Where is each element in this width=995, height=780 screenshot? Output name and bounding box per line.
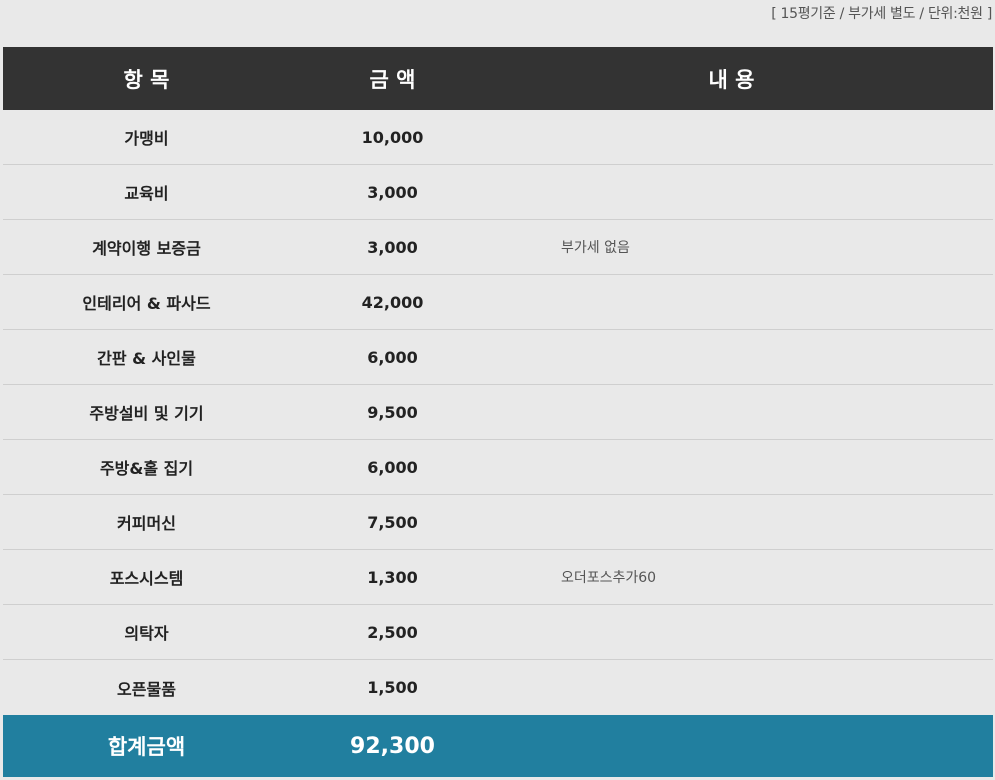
row-item: 교육비 [124, 184, 169, 203]
row-item: 주방&홀 집기 [99, 459, 194, 478]
total-amount: 92,300 [350, 733, 435, 759]
row-item: 의탁자 [124, 624, 169, 643]
row-amount: 10,000 [361, 127, 424, 147]
row-amount: 3,000 [367, 237, 418, 257]
row-item: 계약이행 보증금 [92, 239, 201, 258]
row-content: 부가세 없음 [561, 240, 630, 256]
header-item: 항 목 [123, 67, 170, 92]
table-row: 주방설비 및 기기 9,500 [3, 385, 993, 440]
row-amount: 6,000 [367, 457, 418, 477]
row-amount: 7,500 [367, 512, 418, 532]
row-amount: 1,300 [367, 567, 418, 587]
row-amount: 6,000 [367, 347, 418, 367]
unit-note: [ 15평기준 / 부가세 별도 / 단위:천원 ] [771, 6, 992, 22]
table-row: 주방&홀 집기 6,000 [3, 440, 993, 495]
row-item: 커피머신 [117, 514, 176, 533]
table-row: 간판 & 사인물 6,000 [3, 330, 993, 385]
row-item: 오픈물품 [117, 679, 176, 699]
total-label: 합계금액 [107, 735, 186, 759]
row-amount: 1,500 [367, 678, 418, 697]
row-item: 간판 & 사인물 [97, 349, 196, 368]
table-row: 오픈물품 1,500 [3, 660, 993, 715]
row-item: 가맹비 [124, 129, 169, 148]
row-amount: 3,000 [367, 182, 418, 202]
cost-table: 항 목 금 액 내 용 가맹비 10,000 교육비 3,000 계약이행 보증… [3, 47, 993, 777]
row-item: 포스시스템 [109, 569, 184, 588]
table-row: 계약이행 보증금 3,000 부가세 없음 [3, 220, 993, 275]
row-amount: 42,000 [361, 292, 424, 312]
row-item: 인테리어 & 파사드 [82, 294, 211, 313]
table-row: 인테리어 & 파사드 42,000 [3, 275, 993, 330]
table-row: 의탁자 2,500 [3, 605, 993, 660]
table-row: 커피머신 7,500 [3, 495, 993, 550]
row-amount: 2,500 [367, 622, 418, 642]
header-content: 내 용 [708, 67, 755, 92]
row-amount: 9,500 [367, 402, 418, 422]
total-row: 합계금액 92,300 [3, 715, 993, 777]
table-header: 항 목 금 액 내 용 [3, 47, 993, 110]
table-row: 포스시스템 1,300 오더포스추가60 [3, 550, 993, 605]
row-content: 오더포스추가60 [561, 570, 657, 586]
header-amount: 금 액 [369, 67, 416, 92]
table-row: 가맹비 10,000 [3, 110, 993, 165]
row-item: 주방설비 및 기기 [89, 404, 204, 423]
table-row: 교육비 3,000 [3, 165, 993, 220]
